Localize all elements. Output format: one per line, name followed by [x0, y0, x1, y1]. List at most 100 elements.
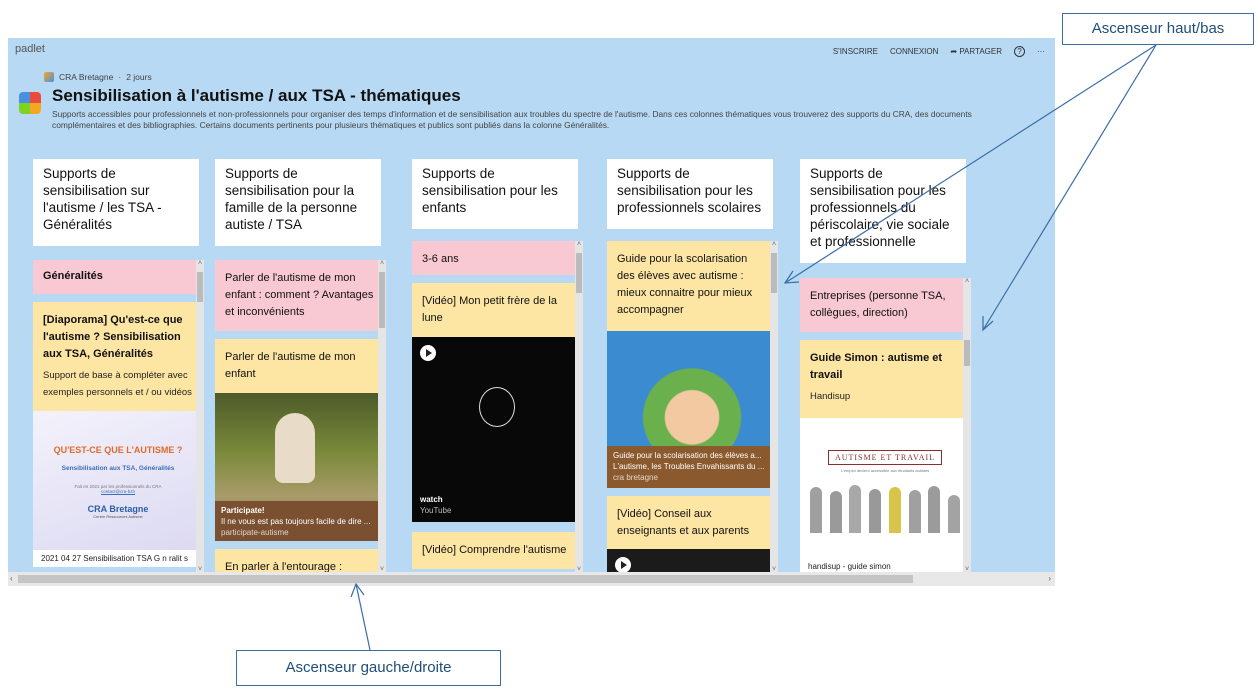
post-title: Guide Simon : autisme et travail: [810, 352, 943, 381]
scroll-left-icon[interactable]: ‹: [10, 574, 13, 583]
slide-preview[interactable]: QU'EST-CE QUE L'AUTISME ? Sensibilisatio…: [33, 411, 203, 550]
play-icon[interactable]: [420, 345, 436, 361]
scroll-thumb[interactable]: [18, 575, 913, 583]
caption-title: Guide pour la scolarisation des élèves a…: [613, 451, 762, 460]
login-link[interactable]: CONNEXION: [890, 47, 938, 56]
column-famille: Supports de sensibilisation pour la fami…: [213, 159, 386, 573]
post-card[interactable]: En parler à l'entourage :: [215, 549, 385, 573]
play-icon[interactable]: [615, 557, 631, 573]
more-icon[interactable]: ···: [1037, 47, 1045, 56]
post-card[interactable]: [Diaporama] Qu'est-ce que l'autisme ? Se…: [33, 302, 203, 411]
section-header[interactable]: Entreprises (personne TSA, collègues, di…: [800, 278, 970, 332]
video-preview[interactable]: watch YouTube: [412, 337, 582, 522]
post-card[interactable]: [Vidéo] Conseil aux enseignants et aux p…: [607, 496, 777, 549]
slide-logo-sub: Centre Ressources Autisme: [93, 514, 143, 519]
vertical-scrollbar[interactable]: ˄ ˅: [378, 260, 386, 573]
column-header: Supports de sensibilisation pour la fami…: [215, 159, 381, 246]
post-card[interactable]: Parler de l'autisme de mon enfant: [215, 339, 385, 393]
caption-source: cra bretagne: [613, 473, 658, 482]
column-header: Supports de sensibilisation pour les pro…: [800, 159, 966, 263]
scroll-up-icon[interactable]: ˄: [963, 278, 971, 285]
section-header[interactable]: Généralités: [33, 260, 203, 294]
photo-preview[interactable]: Participate! Il ne vous est pas toujours…: [215, 393, 385, 541]
caption-source: participate-autisme: [221, 528, 289, 537]
arrow-to-horizontal-scrollbar: [355, 583, 371, 651]
caption-text: L'autisme, les Troubles Envahissants du …: [613, 462, 765, 471]
post-card[interactable]: [Vidéo] Comprendre l'autisme: [412, 532, 582, 569]
post-title: [Diaporama] Qu'est-ce que l'autisme ? Se…: [43, 314, 183, 360]
board-icon: [19, 92, 41, 114]
column-header: Supports de sensibilisation pour les enf…: [412, 159, 578, 229]
slide-subtitle: Sensibilisation aux TSA, Généralités: [61, 465, 175, 472]
column-header: Supports de sensibilisation sur l'autism…: [33, 159, 199, 246]
column-scolaires: Supports de sensibilisation pour les pro…: [605, 159, 778, 573]
file-name: handisup - guide simon: [808, 562, 891, 571]
top-nav: S'INSCRIRE CONNEXION ➦ PARTAGER ? ···: [833, 46, 1045, 57]
scroll-up-icon[interactable]: ˄: [770, 241, 778, 248]
photo-preview[interactable]: Guide pour la scolarisation des élèves a…: [607, 331, 777, 488]
scroll-right-icon[interactable]: ›: [1048, 574, 1051, 583]
annotation-vertical-scroll: Ascenseur haut/bas: [1062, 13, 1254, 45]
column-body: Généralités [Diaporama] Qu'est-ce que l'…: [33, 260, 206, 573]
slide-link: contact@cra-bzh: [100, 489, 136, 494]
book-subtitle: L'emploi devient accessible aux étudiant…: [840, 468, 930, 473]
column-generalites: Supports de sensibilisation sur l'autism…: [31, 159, 204, 573]
moon-figure: [479, 387, 515, 427]
column-enfants: Supports de sensibilisation pour les enf…: [410, 159, 583, 573]
media-caption: Participate! Il ne vous est pas toujours…: [215, 501, 385, 541]
author-avatar: [44, 72, 54, 82]
updated-time: 2 jours: [126, 72, 152, 82]
breadcrumb-sep: ·: [118, 72, 122, 82]
scroll-thumb[interactable]: [197, 272, 203, 302]
caption-title: Participate!: [221, 506, 265, 515]
video-source: YouTube: [420, 506, 452, 515]
help-icon[interactable]: ?: [1014, 46, 1025, 57]
breadcrumb: CRA Bretagne · 2 jours: [44, 72, 152, 82]
book-cover[interactable]: AUTISME ET TRAVAIL L'emploi devient acce…: [800, 418, 970, 573]
video-preview[interactable]: [607, 549, 777, 573]
video-label: watch: [420, 495, 443, 504]
child-photo-shape: [275, 413, 315, 483]
annotation-horizontal-scroll: Ascenseur gauche/droite: [236, 650, 501, 686]
brand-logo[interactable]: padlet: [15, 43, 45, 55]
scroll-thumb[interactable]: [964, 340, 970, 366]
signup-link[interactable]: S'INSCRIRE: [833, 47, 878, 56]
caption-text: Il ne vous est pas toujours facile de di…: [221, 517, 371, 526]
horizontal-scrollbar[interactable]: ‹ ›: [8, 572, 1055, 586]
column-header: Supports de sensibilisation pour les pro…: [607, 159, 773, 229]
page-title: Sensibilisation à l'autisme / aux TSA - …: [52, 86, 461, 105]
vertical-scrollbar[interactable]: ˄ ˅: [575, 241, 583, 573]
slide-logo: CRA Bretagne: [87, 504, 149, 514]
post-card[interactable]: Guide Simon : autisme et travail Handisu…: [800, 340, 970, 418]
section-header[interactable]: 3-6 ans: [412, 241, 582, 275]
file-name: 2021 04 27 Sensibilisation TSA G n ralit…: [33, 550, 203, 567]
vertical-scrollbar[interactable]: ˄ ˅: [196, 260, 204, 573]
scroll-up-icon[interactable]: ˄: [378, 260, 386, 267]
page-description: Supports accessibles pour professionnels…: [52, 109, 972, 130]
people-figures: [810, 483, 960, 533]
media-caption: Guide pour la scolarisation des élèves a…: [607, 446, 777, 488]
scroll-up-icon[interactable]: ˄: [196, 260, 204, 267]
post-card[interactable]: Guide pour la scolarisation des élèves a…: [607, 241, 777, 331]
share-button[interactable]: ➦ PARTAGER: [950, 47, 1002, 56]
scroll-thumb[interactable]: [576, 253, 582, 293]
scroll-up-icon[interactable]: ˄: [575, 241, 583, 248]
column-body: 3-6 ans [Vidéo] Mon petit frère de la lu…: [412, 241, 585, 573]
slide-title: QU'EST-CE QUE L'AUTISME ?: [53, 445, 183, 455]
column-body: Parler de l'autisme de mon enfant : comm…: [215, 260, 388, 573]
post-body: Handisup: [810, 391, 851, 402]
post-body: Support de base à compléter avec exemple…: [43, 370, 192, 398]
column-body: Guide pour la scolarisation des élèves a…: [607, 241, 780, 573]
author-name[interactable]: CRA Bretagne: [59, 72, 113, 82]
post-card[interactable]: [Vidéo] Mon petit frère de la lune: [412, 283, 582, 337]
video-meta: watch YouTube: [420, 494, 451, 516]
column-periscolaire: Supports de sensibilisation pour les pro…: [798, 159, 971, 573]
padlet-board: padlet S'INSCRIRE CONNEXION ➦ PARTAGER ?…: [8, 38, 1055, 586]
vertical-scrollbar[interactable]: ˄ ˅: [770, 241, 778, 573]
vertical-scrollbar[interactable]: ˄ ˅: [963, 278, 971, 573]
post-card[interactable]: Parler de l'autisme de mon enfant : comm…: [215, 260, 385, 331]
scroll-thumb[interactable]: [379, 272, 385, 328]
book-title: AUTISME ET TRAVAIL: [827, 450, 943, 465]
scroll-thumb[interactable]: [771, 253, 777, 293]
column-body: Entreprises (personne TSA, collègues, di…: [800, 278, 973, 573]
